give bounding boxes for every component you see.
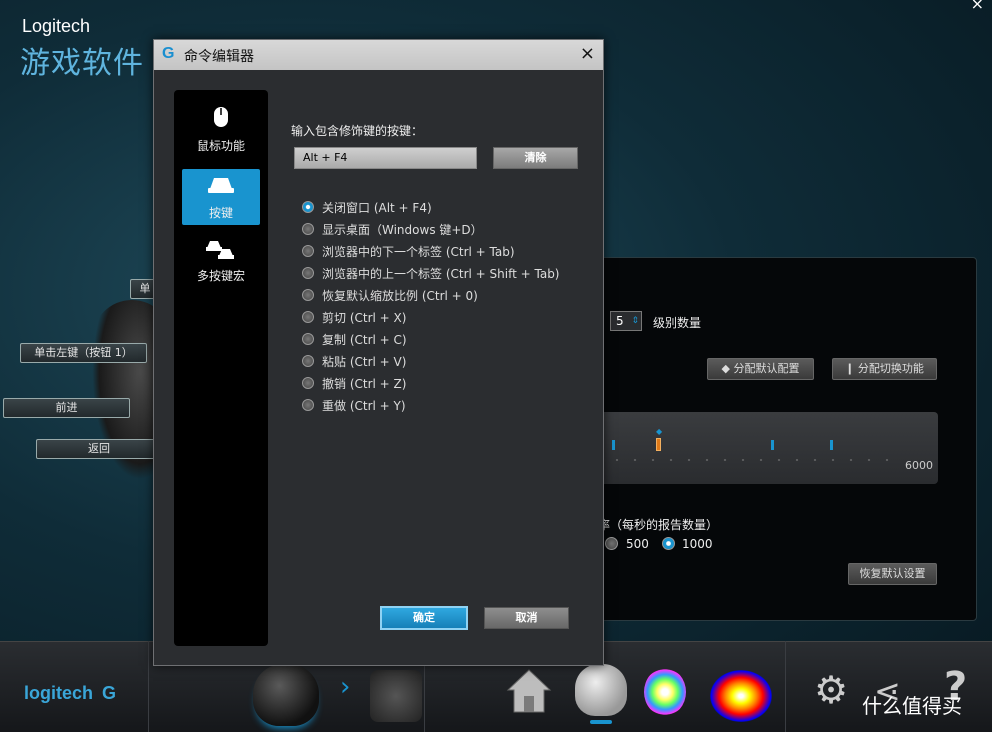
report-rate-500-label: 500 <box>626 537 649 551</box>
heatmap-icon[interactable] <box>710 670 772 722</box>
g-logo-icon: G <box>102 683 117 703</box>
dpi-default-diamond-icon: ◆ <box>656 427 663 436</box>
taskbar-logo-text: logitech <box>24 683 94 703</box>
keystroke-input[interactable]: Alt + F4 <box>294 147 477 169</box>
taskbar-divider <box>148 641 149 732</box>
report-rate-1000-label: 1000 <box>682 537 713 551</box>
watermark-text: 什么值得买 <box>862 694 962 718</box>
level-count-stepper[interactable]: 5 ⇕ <box>610 311 642 331</box>
dpi-marker-active[interactable] <box>656 438 661 451</box>
radio-button[interactable] <box>302 377 314 389</box>
brand-name: Logitech <box>22 16 91 36</box>
stepper-arrows-icon[interactable]: ⇕ <box>631 312 639 330</box>
active-tab-indicator <box>590 720 612 724</box>
taskbar-divider <box>785 641 786 732</box>
button-pill-back[interactable]: 返回 <box>36 439 162 459</box>
window-close-button[interactable]: × <box>971 0 984 13</box>
report-rate-label: 率（每秒的报告数量） <box>598 518 719 532</box>
command-type-sidebar: 鼠标功能 按键 多按键宏 <box>174 90 268 646</box>
preset-option-label: 撤销 (Ctrl + Z) <box>322 377 407 391</box>
lighting-bulb-icon[interactable] <box>644 668 686 716</box>
keystroke-input-label: 输入包含修饰键的按键： <box>291 124 424 138</box>
button-pill-forward[interactable]: 前进 <box>3 398 130 418</box>
dialog-titlebar[interactable]: G 命令编辑器 × <box>154 40 603 70</box>
preset-option-label: 复制 (Ctrl + C) <box>322 333 407 347</box>
preset-option-label: 显示桌面（Windows 键+D） <box>322 223 483 237</box>
app-title: 游戏软件 <box>20 46 144 81</box>
radio-button[interactable] <box>302 355 314 367</box>
dialog-title: 命令编辑器 <box>184 49 254 65</box>
level-count-label: 级别数量 <box>653 316 702 330</box>
multikey-icon <box>206 241 234 259</box>
preset-option-label: 关闭窗口 (Alt + F4) <box>322 201 432 215</box>
taskbar-logo: logitech G <box>24 683 116 704</box>
radio-button[interactable] <box>302 289 314 301</box>
customize-buttons-icon[interactable] <box>575 664 627 716</box>
clear-button[interactable]: 清除 <box>493 147 578 169</box>
sidebar-item-label: 按键 <box>208 206 233 220</box>
assign-default-button[interactable]: ◆ 分配默认配置 <box>707 358 814 380</box>
radio-button[interactable] <box>302 223 314 235</box>
home-icon[interactable] <box>506 668 552 714</box>
dialog-close-button[interactable]: × <box>580 43 595 64</box>
sidebar-item-multikey[interactable]: 多按键宏 <box>182 232 260 288</box>
dpi-marker[interactable] <box>612 440 615 450</box>
device-mouse-icon[interactable] <box>253 664 319 726</box>
radio-button[interactable] <box>302 399 314 411</box>
dpi-tick-dots <box>608 457 898 463</box>
radio-button[interactable] <box>302 333 314 345</box>
command-editor-dialog: G 命令编辑器 × 鼠标功能 按键 多按键宏 输入包含修饰键的按键： Alt +… <box>153 39 604 666</box>
preset-option-label: 浏览器中的上一个标签 (Ctrl + Shift + Tab) <box>322 267 560 281</box>
button-pill-left-click[interactable]: 单击左键（按钮 1） <box>20 343 147 363</box>
radio-button[interactable] <box>302 245 314 257</box>
assign-switch-button[interactable]: ❙ 分配切换功能 <box>832 358 937 380</box>
preset-option-label: 恢复默认缩放比例 (Ctrl + 0) <box>322 289 478 303</box>
preset-option-label: 浏览器中的下一个标签 (Ctrl + Tab) <box>322 245 515 259</box>
level-count-value: 5 <box>616 314 624 328</box>
device-headset-icon[interactable] <box>370 670 422 722</box>
mouse-icon <box>214 107 228 127</box>
sidebar-item-label: 鼠标功能 <box>196 139 245 153</box>
chevron-right-icon[interactable]: › <box>340 672 350 702</box>
dpi-marker[interactable] <box>830 440 833 450</box>
preset-option-label: 重做 (Ctrl + Y) <box>322 399 406 413</box>
sidebar-item-label: 多按键宏 <box>196 269 245 283</box>
ok-button[interactable]: 确定 <box>380 606 468 630</box>
key-icon <box>208 178 234 193</box>
sidebar-item-mouse-function[interactable]: 鼠标功能 <box>182 102 260 158</box>
report-rate-500-radio[interactable] <box>605 537 618 550</box>
gear-icon[interactable]: ⚙ <box>814 668 848 712</box>
g-logo-icon: G <box>162 45 175 62</box>
radio-button[interactable] <box>302 267 314 279</box>
dpi-marker[interactable] <box>771 440 774 450</box>
sidebar-item-keystroke[interactable]: 按键 <box>182 169 260 225</box>
dpi-slider[interactable]: ◆ 6000 <box>600 412 938 484</box>
restore-default-button[interactable]: 恢复默认设置 <box>848 563 937 585</box>
cancel-button[interactable]: 取消 <box>484 607 569 629</box>
preset-option-label: 粘贴 (Ctrl + V) <box>322 355 407 369</box>
report-rate-1000-radio[interactable] <box>662 537 675 550</box>
radio-button[interactable] <box>302 311 314 323</box>
radio-button[interactable] <box>302 201 314 213</box>
preset-option-label: 剪切 (Ctrl + X) <box>322 311 407 325</box>
dpi-max-label: 6000 <box>905 459 933 472</box>
